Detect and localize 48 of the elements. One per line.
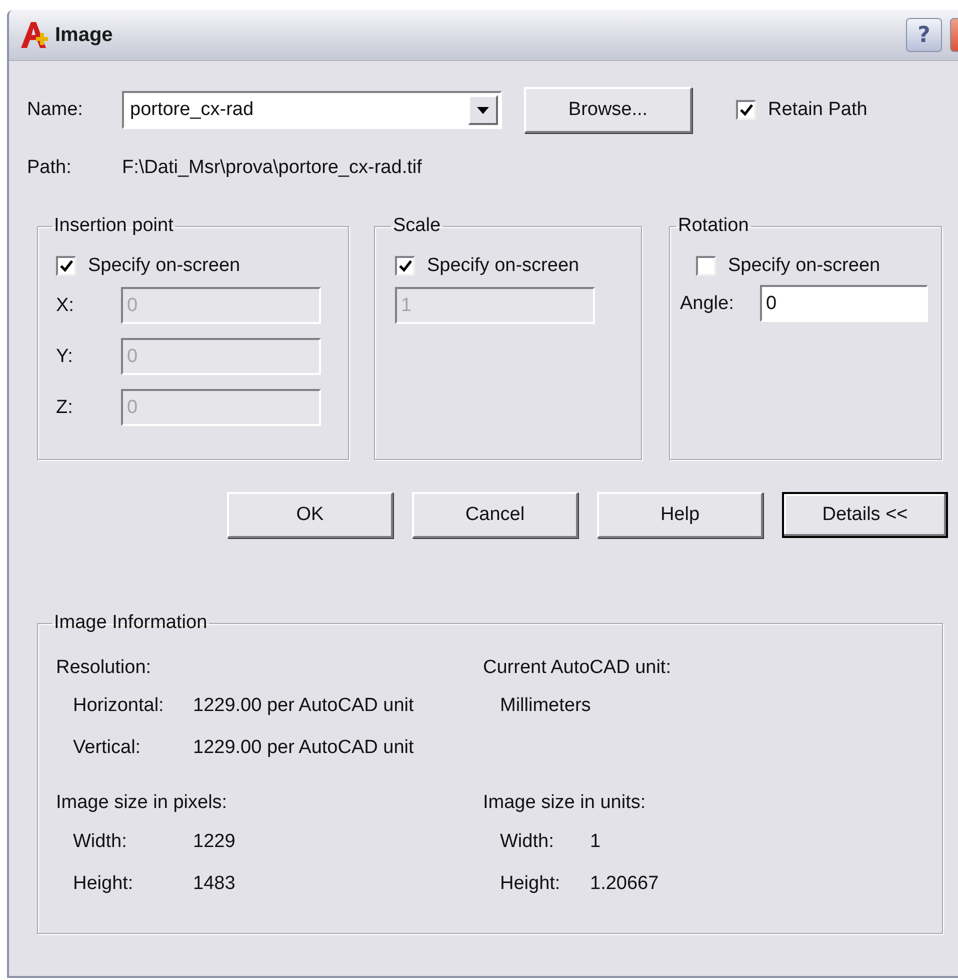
- info-value: 1: [590, 831, 601, 853]
- info-value: Millimeters: [500, 695, 591, 717]
- section-label: Image size in pixels:: [56, 792, 228, 814]
- info-label: Horizontal:: [73, 695, 165, 717]
- info-label: Height:: [73, 873, 134, 895]
- info-label: Vertical:: [73, 737, 142, 759]
- checkbox-label: Specify on-screen: [427, 255, 580, 277]
- help-button[interactable]: ?: [906, 18, 942, 52]
- info-label: Width:: [73, 831, 128, 853]
- coordinate-label: Z:: [56, 396, 74, 418]
- app-logo-icon: [19, 21, 49, 49]
- specify-checkbox[interactable]: [395, 256, 415, 276]
- group-title: Rotation: [677, 215, 750, 237]
- checkbox-label: Specify on-screen: [88, 255, 240, 277]
- checkbox-label: Retain Path: [768, 99, 868, 121]
- field-label: Name:: [27, 99, 84, 121]
- group-title: Scale: [392, 215, 442, 237]
- window-title: Image: [55, 24, 114, 46]
- dialog-button[interactable]: OK: [227, 492, 393, 538]
- group-title: Image Information: [53, 612, 208, 634]
- info-label: Height:: [500, 873, 562, 895]
- info-label: Width:: [500, 831, 555, 853]
- caret-icon: [477, 106, 489, 114]
- dialog-button[interactable]: Help: [597, 492, 763, 538]
- section-label: Resolution:: [56, 657, 152, 679]
- browse-button[interactable]: Browse...: [524, 87, 692, 133]
- group-title: Insertion point: [53, 215, 174, 237]
- info-value: 1229.00 per AutoCAD unit: [193, 695, 414, 717]
- coordinate-label: Y:: [56, 346, 74, 368]
- angle-label: Angle:: [680, 292, 735, 314]
- name-dropdown[interactable]: portore_cx-rad: [122, 91, 502, 129]
- field-label: Path:: [27, 157, 72, 179]
- dialog-button[interactable]: Details <<: [782, 492, 948, 538]
- specify-checkbox[interactable]: [56, 256, 76, 276]
- info-value: 1229: [193, 831, 236, 853]
- info-value: 1229.00 per AutoCAD unit: [193, 737, 414, 759]
- retain-path-checkbox[interactable]: [736, 100, 756, 120]
- path-value: F:\Dati_Msr\prova\portore_cx-rad.tif: [122, 157, 422, 179]
- specify-checkbox[interactable]: [696, 256, 716, 276]
- dropdown-arrow-button[interactable]: [468, 95, 498, 125]
- coordinate-label: X:: [56, 294, 75, 316]
- angle-field[interactable]: 0: [760, 285, 928, 322]
- info-value: 1.20667: [590, 873, 659, 895]
- dialog-button[interactable]: Cancel: [412, 492, 578, 538]
- section-label: Current AutoCAD unit:: [483, 657, 671, 679]
- section-label: Image size in units:: [483, 792, 646, 814]
- info-value: 1483: [193, 873, 236, 895]
- checkbox-label: Specify on-screen: [728, 255, 880, 277]
